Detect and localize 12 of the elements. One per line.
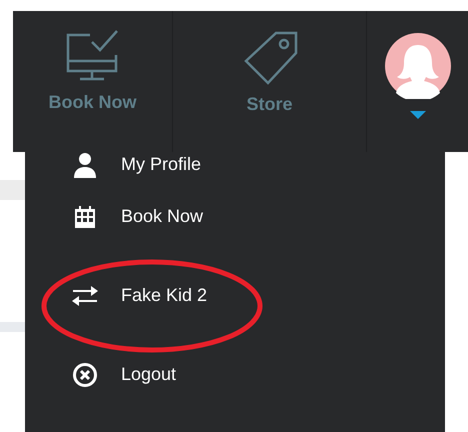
menu-item[interactable]: Book Now [71,203,204,230]
menu-item[interactable]: My Profile [71,151,202,178]
menu-item[interactable]: Logout [71,361,176,388]
avatar-icon [384,33,450,99]
close-circle-icon [72,362,98,388]
calendar-icon [74,206,96,228]
page-background-strip [0,322,25,332]
tag-icon [242,29,298,85]
swap-arrows-icon [71,284,99,306]
page-background-strip [0,180,25,200]
menu-item[interactable]: Fake Kid 2 [71,282,208,309]
person-icon [72,152,98,178]
